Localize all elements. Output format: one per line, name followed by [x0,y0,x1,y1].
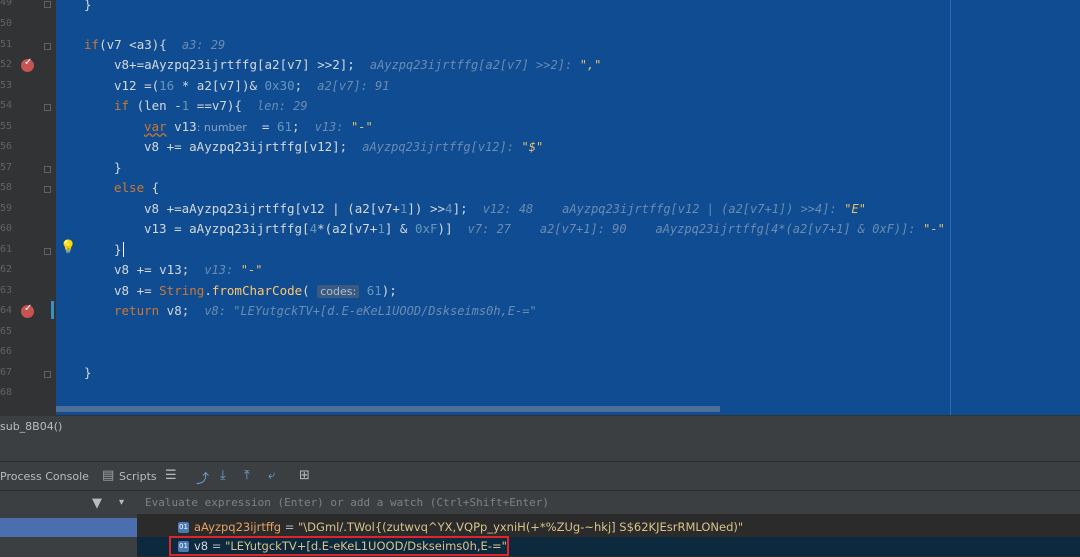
breadcrumb[interactable]: sub_8B04() [0,415,1080,439]
line-number: 64 [0,305,13,316]
frame-row-selected[interactable] [0,518,137,537]
line-number: 55 [0,121,13,132]
line-number: 53 [0,80,13,91]
step-into-icon[interactable]: ⤒ [244,468,250,483]
code-line: v12 =(16 * a2[v7])& 0x30; a2[v7]: 91 [114,78,390,93]
fold-icon[interactable] [44,186,51,193]
code-line: return v8; v8: "LEYutgckTV+[d.E-eKeL1UOO… [114,303,537,318]
line-number: 50 [0,18,13,29]
line-number: 52 [0,59,13,70]
tab-scripts[interactable]: Scripts [119,470,157,483]
evaluate-input[interactable]: Evaluate expression (Enter) or add a wat… [137,491,1080,515]
line-number: 58 [0,182,13,193]
fold-icon[interactable] [44,43,51,50]
fold-icon[interactable] [44,104,51,111]
chevron-down-icon[interactable]: ▾ [119,497,124,508]
frames-panel [0,491,137,557]
frame-row[interactable] [0,538,137,557]
variable-icon: 01 [178,522,189,533]
line-number: 59 [0,203,13,214]
code-line: if (len -1 ==v7){ len: 29 [114,98,308,113]
menu-icon[interactable]: ☰ [165,468,177,483]
scripts-icon: ▤ [102,468,115,483]
fold-icon[interactable] [44,371,51,378]
filter-icon[interactable]: ▼ [92,496,102,511]
code-line: var v13: number = 61; v13: "-" [144,119,373,134]
breadcrumb-item[interactable]: sub_8B04() [0,420,62,433]
line-number: 67 [0,367,13,378]
code-line: v8 += String.fromCharCode( codes: 61); [114,283,397,298]
editor-gutter: 49 50 51 52 53 54 55 56 57 58 59 60 61 6… [0,0,56,415]
watch-row[interactable]: 01 aAyzpq23ijrtffg = "\DGml/.TWol{(zutwv… [137,518,1080,537]
lightbulb-icon[interactable]: 💡 [60,240,76,255]
code-line: } [114,242,124,257]
tab-process-console[interactable]: Process Console [0,470,89,483]
panel-strip [0,439,1080,461]
horizontal-scrollbar[interactable] [56,406,720,412]
debugger-toolbar: Process Console ▤ Scripts ☰ ⤴ ⤓ ⤒ ⤶ ⊞ [0,461,1080,491]
breakpoint-icon[interactable]: ✓ [21,57,34,72]
code-line: } [84,365,92,380]
code-line: else { [114,180,160,195]
fold-icon[interactable] [44,166,51,173]
line-number: 66 [0,346,13,357]
fold-icon[interactable] [44,1,51,8]
line-number: 68 [0,387,13,398]
breakpoint-icon[interactable]: ✓ [21,303,34,318]
line-number: 65 [0,326,13,337]
execution-marker [51,301,54,319]
line-number: 60 [0,223,13,234]
line-number: 62 [0,264,13,275]
line-number: 57 [0,162,13,173]
fold-icon[interactable] [44,248,51,255]
code-line: v13 = aAyzpq23ijrtffg[4*(a2[v7+1] & 0xF)… [144,221,945,236]
code-line: v8+=aAyzpq23ijrtffg[a2[v7] >>2]; aAyzpq2… [114,57,602,72]
code-editor[interactable]: } if(v7 <a3){ a3: 29 v8+=aAyzpq23ijrtffg… [56,0,950,415]
code-line: v8 += v13; v13: "-" [114,262,263,277]
line-number: 56 [0,141,13,152]
highlight-annotation [169,536,509,556]
line-number: 61 [0,244,13,255]
code-line: } [84,0,92,12]
line-number: 49 [0,0,13,8]
step-out-icon[interactable]: ⤶ [268,468,275,483]
line-number: 54 [0,100,13,111]
evaluate-icon[interactable]: ⊞ [299,468,310,483]
line-number: 63 [0,285,13,296]
show-execution-point-icon[interactable]: ⤴ [196,468,209,487]
code-line: } [114,160,122,175]
code-line: if(v7 <a3){ a3: 29 [84,37,226,52]
line-number: 51 [0,39,13,50]
code-line: v8 +=aAyzpq23ijrtffg[v12 | (a2[v7+1]) >>… [144,201,866,216]
step-over-icon[interactable]: ⤓ [220,468,226,483]
editor-margin [950,0,1080,415]
code-line: v8 += aAyzpq23ijrtffg[v12]; aAyzpq23ijrt… [144,139,544,154]
